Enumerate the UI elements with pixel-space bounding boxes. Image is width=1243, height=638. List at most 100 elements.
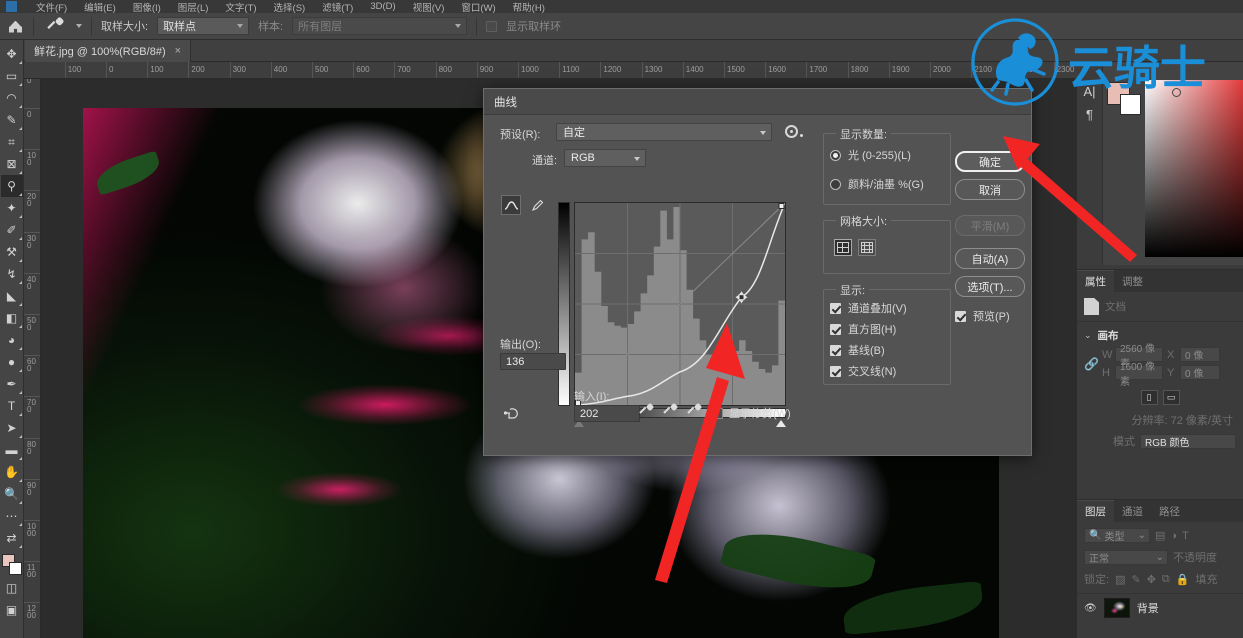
background-color-swatch[interactable]	[8, 562, 22, 575]
healing-brush-tool[interactable]: ✦	[1, 197, 23, 219]
checkbox-icon[interactable]	[830, 302, 841, 314]
eye-icon[interactable]: 👁	[1084, 603, 1097, 614]
crop-tool[interactable]: ⌗	[1, 131, 23, 153]
vertical-ruler[interactable]: 1000100200300400500600700800900100011001…	[24, 79, 41, 638]
zoom-tool[interactable]: 🔍	[1, 483, 23, 505]
tab-layers[interactable]: 图层	[1077, 500, 1114, 522]
menu-item-layer[interactable]: 图层(L)	[178, 0, 209, 14]
color-picker-cursor[interactable]	[1172, 88, 1181, 97]
set-gray-point-eyedropper-icon[interactable]	[663, 402, 679, 419]
menu-item-image[interactable]: 图像(I)	[133, 0, 161, 14]
quick-mask-icon[interactable]: ◫	[1, 577, 23, 599]
blend-mode-select[interactable]: 正常 ⌄	[1084, 549, 1168, 565]
shape-tool[interactable]: ▬	[1, 439, 23, 461]
clone-stamp-tool[interactable]: ⚒	[1, 241, 23, 263]
type-tool[interactable]: T	[1, 395, 23, 417]
marquee-tool[interactable]: ▭	[1, 65, 23, 87]
menu-item-type[interactable]: 文字(T)	[225, 0, 256, 14]
checkbox-channel-overlay[interactable]: 通道叠加(V)	[830, 300, 907, 316]
close-icon[interactable]: ×	[175, 45, 181, 57]
preview-row[interactable]: 预览(P)	[955, 308, 1010, 324]
set-white-point-eyedropper-icon[interactable]	[687, 402, 703, 419]
radio-pigment-ink[interactable]: 颜料/油墨 %(G)	[830, 176, 924, 192]
menu-item-edit[interactable]: 编辑(E)	[84, 0, 116, 14]
brush-tool[interactable]: ✐	[1, 219, 23, 241]
height-field[interactable]: 1600 像素	[1115, 362, 1163, 388]
menu-item-help[interactable]: 帮助(H)	[513, 0, 545, 14]
lock-artboard-icon[interactable]: ⧉	[1162, 573, 1170, 586]
chevron-down-icon[interactable]	[76, 24, 82, 28]
checkbox-intersection-line[interactable]: 交叉线(N)	[830, 363, 896, 379]
menu-item-3d[interactable]: 3D(D)	[370, 1, 395, 12]
menu-item-window[interactable]: 窗口(W)	[461, 0, 495, 14]
pencil-curve-tool-icon[interactable]	[528, 195, 546, 215]
checkbox-histogram[interactable]: 直方图(H)	[830, 321, 896, 337]
set-black-point-eyedropper-icon[interactable]	[639, 402, 655, 419]
eyedropper-tool[interactable]: ⚲	[0, 175, 23, 197]
lock-pixels-icon[interactable]: ✎	[1131, 573, 1140, 586]
link-dimensions-icon[interactable]: 🔗	[1084, 357, 1099, 371]
canvas-section-header[interactable]: ⌄ 画布	[1077, 322, 1243, 345]
sample-select[interactable]: 所有图层	[292, 17, 468, 35]
tab-adjustments[interactable]: 调整	[1114, 270, 1151, 292]
checkbox-baseline[interactable]: 基线(B)	[830, 342, 885, 358]
grid-size-quarter[interactable]	[834, 239, 852, 256]
preset-options-gear-icon[interactable]	[785, 125, 803, 138]
auto-button[interactable]: 自动(A)	[955, 248, 1025, 269]
checkbox-icon[interactable]	[830, 323, 841, 335]
adjustment-filter-icon[interactable]: ◑	[1170, 530, 1177, 542]
menu-item-view[interactable]: 视图(V)	[413, 0, 445, 14]
type-filter-icon[interactable]: T	[1182, 530, 1189, 542]
mode-select[interactable]: RGB 颜色	[1140, 433, 1236, 449]
edit-toolbar-tool[interactable]: ⋯	[1, 505, 23, 527]
input-field[interactable]: 202	[574, 405, 640, 422]
x-field[interactable]: 0 像	[1180, 347, 1220, 362]
gradient-tool[interactable]: ◧	[1, 307, 23, 329]
document-tab[interactable]: 鲜花.jpg @ 100%(RGB/8#) ×	[25, 40, 192, 62]
eyedropper-icon[interactable]	[43, 15, 67, 36]
preset-select[interactable]: 自定	[556, 123, 772, 141]
background-color-swatch[interactable]	[1120, 94, 1141, 115]
color-swatches[interactable]	[1107, 82, 1143, 116]
channel-select[interactable]: RGB	[564, 149, 646, 167]
path-select-tool[interactable]: ➤	[1, 417, 23, 439]
lock-transparency-icon[interactable]: ▨	[1115, 573, 1125, 586]
hand-tool[interactable]: ✋	[1, 461, 23, 483]
portrait-orientation-icon[interactable]: ▯	[1140, 390, 1158, 405]
history-brush-tool[interactable]: ↯	[1, 263, 23, 285]
lock-all-icon[interactable]: 🔒	[1176, 573, 1190, 586]
tab-properties[interactable]: 属性	[1077, 270, 1114, 292]
blur-tool[interactable]: ◕	[1, 329, 23, 351]
eraser-tool[interactable]: ◣	[1, 285, 23, 307]
pen-tool[interactable]: ✒	[1, 373, 23, 395]
curve-graph[interactable]	[574, 202, 786, 406]
ok-button[interactable]: 确定	[955, 151, 1025, 172]
output-field[interactable]: 136	[500, 353, 566, 370]
show-sampling-ring-checkbox[interactable]	[486, 20, 498, 32]
character-panel-icon[interactable]: A|	[1083, 84, 1095, 99]
chevron-down-icon[interactable]: ⌄	[1084, 330, 1092, 341]
curve-graph-svg[interactable]	[575, 203, 785, 405]
image-filter-icon[interactable]: ▤	[1155, 529, 1165, 542]
landscape-orientation-icon[interactable]: ▭	[1162, 390, 1180, 405]
frame-tool[interactable]: ⊠	[1, 153, 23, 175]
dialog-title-bar[interactable]: 曲线	[484, 89, 1031, 115]
swap-colors-tool[interactable]: ⇄	[1, 527, 23, 549]
radio-icon[interactable]	[830, 178, 841, 190]
tab-paths[interactable]: 路径	[1151, 500, 1188, 522]
tool-color-swatches[interactable]	[1, 553, 23, 577]
white-input-slider[interactable]	[776, 420, 786, 427]
home-icon[interactable]	[8, 19, 24, 34]
y-field[interactable]: 0 像	[1180, 365, 1220, 380]
menu-item-select[interactable]: 选择(S)	[274, 0, 306, 14]
grid-size-tenth[interactable]	[858, 239, 876, 256]
dodge-tool[interactable]: ●	[1, 351, 23, 373]
sample-size-select[interactable]: 取样点	[157, 17, 250, 35]
menu-item-filter[interactable]: 滤镜(T)	[322, 0, 353, 14]
radio-icon[interactable]	[830, 149, 841, 161]
list-item[interactable]: 👁 背景	[1077, 593, 1243, 622]
menu-item-file[interactable]: 文件(F)	[36, 0, 67, 14]
preview-checkbox[interactable]	[955, 310, 966, 322]
lock-position-icon[interactable]: ✥	[1147, 573, 1156, 586]
checkbox-icon[interactable]	[830, 344, 841, 356]
